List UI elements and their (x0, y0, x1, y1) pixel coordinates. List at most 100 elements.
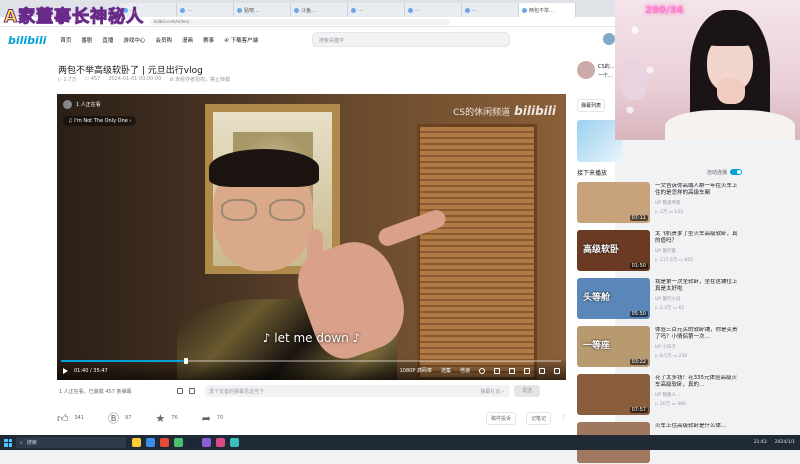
browser-tab-active[interactable]: 两包不举… (519, 3, 576, 17)
browser-icon[interactable] (146, 438, 155, 447)
recommend-uploader[interactable]: UP 旅行家 (655, 248, 742, 254)
uploader-avatar[interactable] (577, 61, 595, 79)
quality-selector[interactable]: 1080P 高码率 (400, 367, 432, 374)
recommend-uploader[interactable]: UP 旅行小记 (655, 296, 742, 302)
recommend-uploader[interactable]: UP 小日子 (655, 344, 742, 350)
danmaku-send-button[interactable]: 发送 (514, 385, 540, 397)
recommend-thumbnail[interactable]: 07:11 (577, 182, 650, 223)
app-icon[interactable] (216, 438, 225, 447)
share-button[interactable]: ➦ 70 (202, 412, 224, 425)
recommend-item[interactable]: 07:11 一文告诉你高端人群一年在火车上住的是怎样的高级车厢 UP 铁道专家 ▷ 3… (577, 182, 742, 224)
taskbar-search[interactable]: ⌕ 搜索 (16, 437, 126, 448)
pip-icon[interactable] (509, 367, 515, 374)
danmaku-toggle-icon[interactable] (177, 388, 183, 394)
browser-tab[interactable]: … (405, 3, 462, 17)
browser-tab[interactable]: 斗鱼… (291, 3, 348, 17)
app-icon[interactable] (174, 438, 183, 447)
recommend-thumbnail[interactable]: 07:57 (577, 374, 650, 415)
view-count: ▷ 1.7万 (58, 77, 77, 83)
recommend-title[interactable]: 太飞机贵爹了坐火车高级软卧，真的值吗？ (655, 231, 742, 245)
recommend-thumbnail[interactable]: 高级软卧 01:50 (577, 230, 650, 271)
recommend-item[interactable]: 一等座 03:22 体验三百元买的软卧铺，你是买贵了吗？小情侣第一次… UP 小日子 ▷… (577, 326, 742, 368)
url-field[interactable]: bilibili.com/video/… (150, 19, 450, 25)
play-icon[interactable] (63, 367, 68, 374)
note-button[interactable]: 记笔记 (525, 411, 551, 425)
recommend-title[interactable]: 体验三百元买的软卧铺，你是买贵了吗？小情侣第一次… (655, 327, 742, 341)
recommend-uploader[interactable]: UP 铁道专家 (655, 200, 742, 206)
neon-sign: 290/34 (645, 5, 684, 16)
nav-item-live[interactable]: 直播 (102, 36, 113, 44)
settings-icon[interactable] (494, 367, 500, 374)
nav-item-anime[interactable]: 番剧 (81, 36, 92, 44)
nav-item-esports[interactable]: 赛事 (203, 36, 214, 44)
thumbs-up-icon: 👍︎ (57, 411, 69, 425)
nav-item-manga[interactable]: 漫画 (182, 36, 193, 44)
recommend-item[interactable]: 高级软卧 01:50 太飞机贵爹了坐火车高级软卧，真的值吗？ UP 旅行家 ▷ 117.… (577, 230, 742, 272)
danmaku-input[interactable]: 发个友善的弹幕见证当下 弹幕礼仪 › (205, 385, 510, 397)
favorite-button[interactable]: ★ 76 (155, 412, 177, 425)
video-actions: 👍︎ 341 Ⓑ 97 ★ 76 ➦ 70 稿件投诉 记笔记 ⋮ (57, 408, 566, 428)
app-icon[interactable] (202, 438, 211, 447)
search-input[interactable]: 搜索关键字 (312, 32, 510, 47)
player-controls: 01:40 / 35:47 1080P 高码率 选集 倍速 (57, 358, 566, 380)
toggle-switch[interactable] (730, 169, 742, 175)
windows-start-icon[interactable] (4, 438, 12, 447)
web-fullscreen-icon[interactable] (539, 367, 545, 374)
report-button[interactable]: 稿件投诉 (485, 411, 516, 425)
nav-item-home[interactable]: 首页 (60, 36, 71, 44)
taskbar-clock[interactable]: 21:43 (754, 440, 767, 445)
volume-icon[interactable] (479, 367, 485, 374)
time-display: 01:40 / 35:47 (74, 367, 108, 374)
app-icon[interactable] (160, 438, 169, 447)
recommend-item[interactable]: 07:57 花了太多钱！花335元体验高级火车高级软卧，真的… UP 铁路人… ▷ 2… (577, 374, 742, 416)
coin-button[interactable]: Ⓑ 97 (108, 410, 131, 426)
more-icon[interactable]: ⋮ (561, 415, 566, 421)
main-content: 两包不举高级软卧了 | 元旦出行vlog ▷ 1.7万 ▭ 457 2024-0… (0, 53, 615, 435)
episode-selector[interactable]: 选集 (441, 367, 451, 374)
bilibili-logo[interactable]: bilibili (8, 34, 46, 47)
tab-favicon-icon (465, 8, 470, 13)
recommend-title[interactable]: 一文告诉你高端人群一年在火车上住的是怎样的高级车厢 (655, 183, 742, 197)
danmaku-settings-icon[interactable] (189, 388, 195, 394)
background-music-link[interactable]: ♫ I'm Not The Only One › (63, 116, 137, 126)
file-explorer-icon[interactable] (132, 438, 141, 447)
fullscreen-icon[interactable] (554, 367, 560, 374)
tab-favicon-icon (408, 8, 413, 13)
thumbnail-caption: 一等座 (583, 341, 611, 351)
like-button[interactable]: 👍︎ 341 (57, 412, 84, 425)
browser-tab[interactable]: … (177, 3, 234, 17)
user-avatar[interactable] (603, 33, 615, 45)
browser-tab[interactable]: 贴吧… (234, 3, 291, 17)
progress-handle[interactable] (184, 358, 188, 364)
video-watermark: CS的休闲频道 bilibili (453, 104, 556, 118)
thumbnail-caption: 高级软卧 (583, 245, 620, 255)
tab-favicon-icon (351, 8, 356, 13)
recommend-thumbnail[interactable]: 一等座 03:22 (577, 326, 650, 367)
star-icon: ★ (155, 411, 166, 425)
video-title: 两包不举高级软卧了 | 元旦出行vlog (58, 66, 203, 76)
recommend-title[interactable]: 我是第一次坐软卧，坐在这铺位上真是太好啦 (655, 279, 742, 293)
recommend-title[interactable]: 花了太多钱！花335元体验高级火车高级软卧，真的… (655, 375, 742, 389)
steam-icon[interactable] (188, 438, 197, 447)
browser-tab[interactable]: … (348, 3, 405, 17)
site-header: bilibili 首页 番剧 直播 游戏中心 会员购 漫画 赛事 ④ 下载客户端… (0, 27, 615, 53)
nav-item-shop[interactable]: 会员购 (155, 36, 172, 44)
nav-item-download[interactable]: ④ 下载客户端 (224, 36, 258, 44)
uploader-name[interactable]: CS的… (598, 63, 615, 70)
widescreen-icon[interactable] (524, 367, 530, 374)
recommend-stats: ▷ 117.5万 ▭ 825 (655, 258, 693, 263)
progress-bar[interactable] (61, 358, 561, 364)
danmaku-list-tab[interactable]: 弹幕列表 (577, 99, 606, 112)
video-duration: 03:22 (629, 359, 648, 365)
video-player[interactable]: 1 人正在看 ♫ I'm Not The Only One › CS的休闲频道 … (57, 94, 566, 380)
recommend-thumbnail[interactable]: 头等舱 05:50 (577, 278, 650, 319)
speed-selector[interactable]: 倍速 (460, 367, 470, 374)
nav-item-games[interactable]: 游戏中心 (123, 36, 145, 44)
browser-tab[interactable]: … (462, 3, 519, 17)
danmaku-etiquette-link[interactable]: 弹幕礼仪 › (480, 388, 504, 395)
recommend-item[interactable]: 头等舱 05:50 我是第一次坐软卧，坐在这铺位上真是太好啦 UP 旅行小记 ▷ 2.3… (577, 278, 742, 320)
recommend-uploader[interactable]: UP 铁路人… (655, 392, 742, 398)
video-duration: 05:50 (629, 311, 648, 317)
app-icon[interactable] (230, 438, 239, 447)
autoplay-toggle[interactable]: 自动连播 (707, 169, 742, 176)
